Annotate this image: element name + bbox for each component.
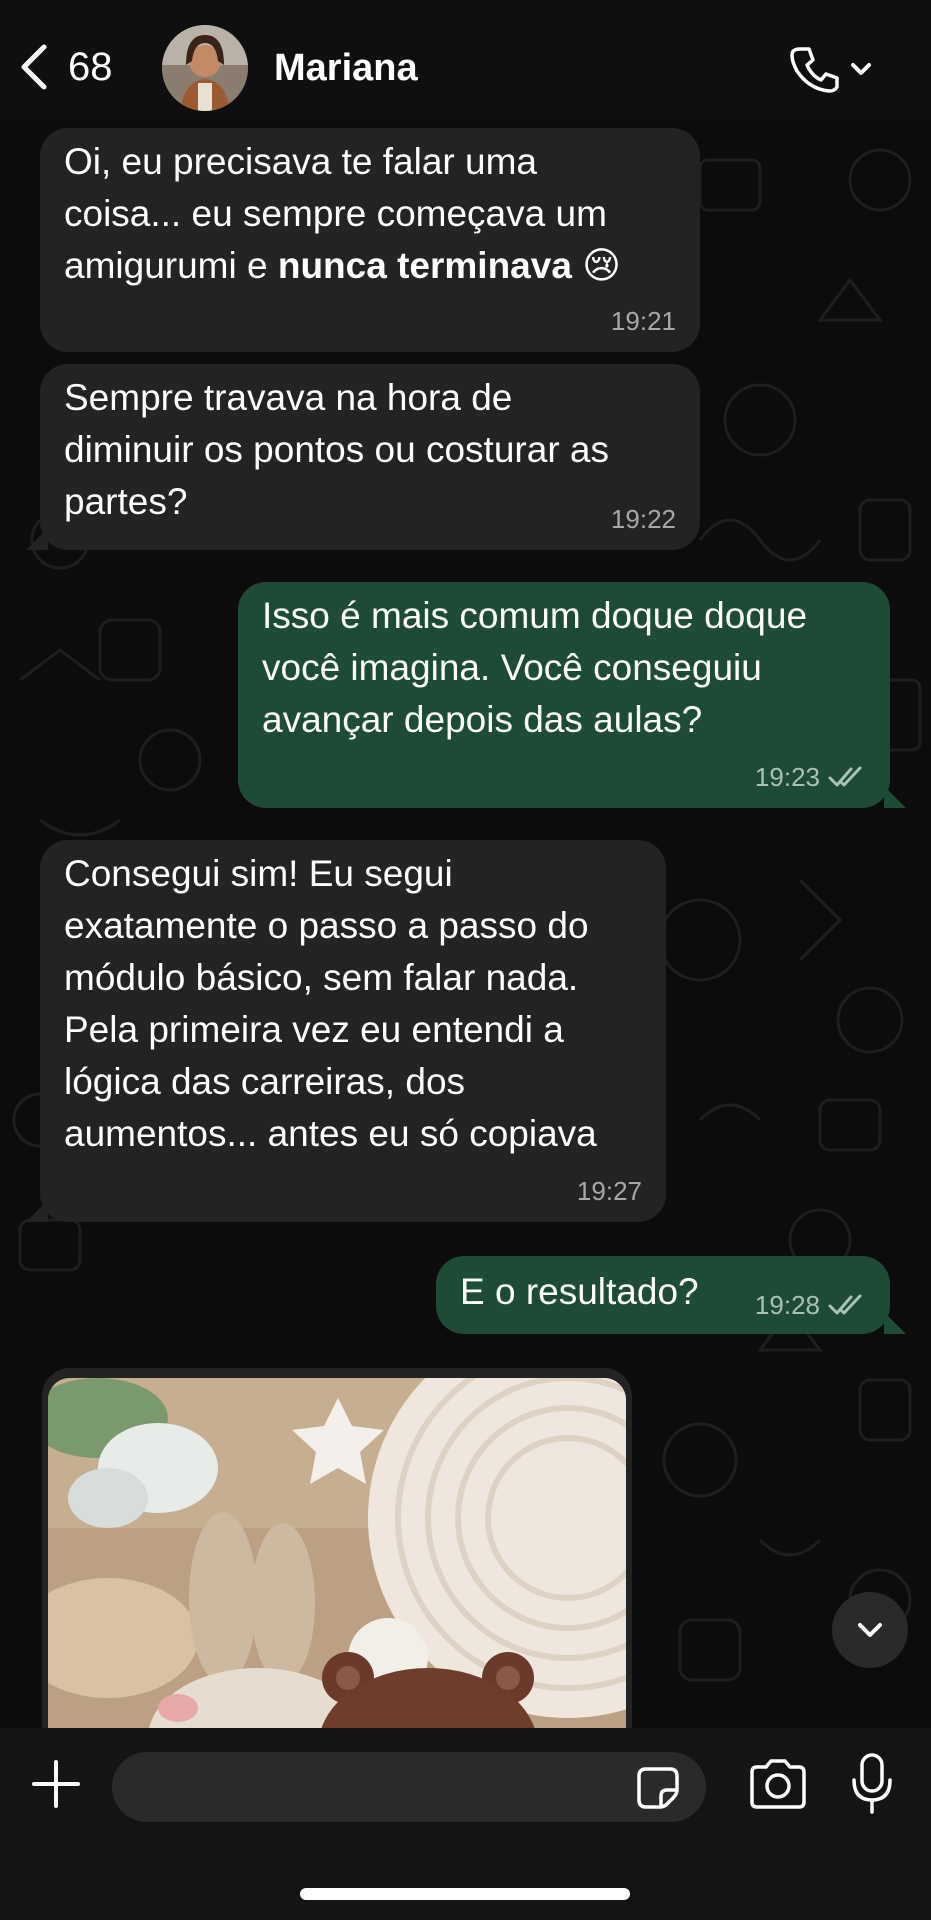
message-time: 19:22: [610, 504, 676, 534]
plus-icon[interactable]: [30, 1758, 82, 1810]
double-check-icon: [828, 766, 862, 787]
chevron-left-icon: [21, 44, 47, 90]
message-bubble-incoming[interactable]: Consegui sim! Eu segui exatamente o pass…: [40, 840, 666, 1222]
message-time: 19:21: [610, 306, 676, 336]
call-button[interactable]: [788, 44, 878, 94]
bubble-tail: [884, 786, 906, 808]
phone-icon: [790, 47, 839, 93]
double-check-icon: [828, 1294, 862, 1315]
message-text: Oi, eu precisava te falar uma coisa... e…: [64, 141, 621, 286]
message-bubble-outgoing[interactable]: Isso é mais comum doque doque você imagi…: [238, 582, 890, 808]
bubble-tail: [26, 1200, 48, 1222]
message-text: Sempre travava na hora de diminuir os po…: [64, 377, 609, 522]
bubble-tail: [884, 1312, 906, 1334]
message-text: Consegui sim! Eu segui exatamente o pass…: [64, 853, 597, 1154]
camera-icon[interactable]: [748, 1758, 808, 1810]
home-indicator[interactable]: [300, 1888, 630, 1900]
message-bubble-incoming[interactable]: Sempre travava na hora de diminuir os po…: [40, 364, 700, 550]
message-input[interactable]: [112, 1752, 706, 1822]
chat-header: 68 Mariana: [0, 0, 931, 120]
message-composer: [0, 1728, 931, 1920]
crying-emoji: 😢: [582, 245, 621, 286]
scroll-to-bottom-button[interactable]: [832, 1592, 908, 1668]
unread-count: 68: [68, 45, 113, 89]
back-button[interactable]: 68: [18, 42, 113, 92]
message-bubble-outgoing[interactable]: E o resultado? 19:28: [436, 1256, 890, 1334]
message-text: Isso é mais comum doque doque você imagi…: [262, 595, 808, 740]
message-time-status: 19:23: [755, 762, 866, 792]
chevron-down-icon: [851, 63, 871, 75]
sticker-icon[interactable]: [636, 1766, 680, 1810]
microphone-icon[interactable]: [850, 1752, 894, 1816]
amigurumi-photo[interactable]: [48, 1378, 626, 1748]
contact-name[interactable]: Mariana: [274, 46, 418, 90]
chevron-down-icon: [858, 1623, 882, 1637]
image-message[interactable]: [42, 1368, 632, 1748]
bubble-tail: [26, 528, 48, 550]
message-bubble-incoming[interactable]: Oi, eu precisava te falar uma coisa... e…: [40, 128, 700, 352]
message-time: 19:27: [576, 1176, 642, 1206]
avatar[interactable]: [162, 25, 248, 111]
message-time-status: 19:28: [755, 1290, 866, 1320]
